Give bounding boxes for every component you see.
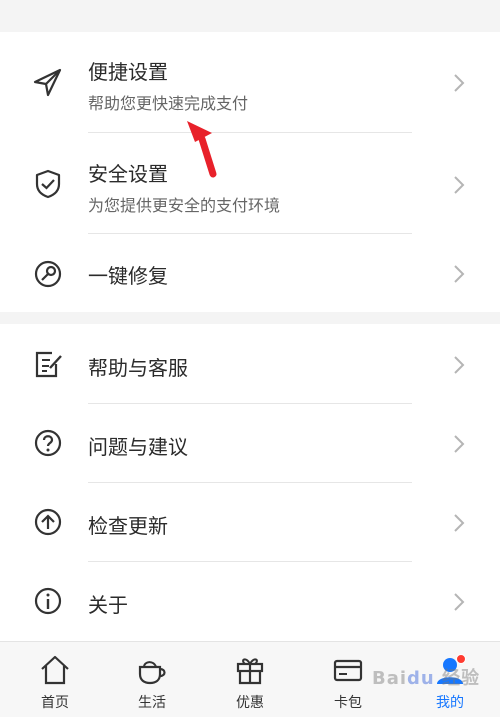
home-icon [37, 652, 73, 688]
row-title: 一键修复 [88, 264, 168, 288]
tab-life[interactable]: 生活 [102, 642, 202, 717]
chevron-right-icon [452, 591, 466, 613]
tab-offers[interactable]: 优惠 [200, 642, 300, 717]
tab-label: 生活 [138, 695, 166, 711]
support-group: 帮助与客服 问题与建议 检查更新 关于 [0, 324, 500, 641]
edit-doc-icon [30, 346, 66, 382]
info-icon [30, 583, 66, 619]
question-icon [30, 425, 66, 461]
settings-group: 便捷设置 帮助您更快速完成支付 安全设置 为您提供更安全的支付环境 一键修复 [0, 32, 500, 312]
chevron-right-icon [452, 512, 466, 534]
row-quick-settings[interactable]: 便捷设置 帮助您更快速完成支付 [0, 32, 500, 133]
gift-icon [232, 652, 268, 688]
cup-icon [134, 652, 170, 688]
bottom-tab-bar: 首页 生活 优惠 卡包 我的 Baidu 经验 [0, 641, 500, 717]
arrow-up-circle-icon [30, 504, 66, 540]
notification-badge [456, 654, 466, 664]
row-title: 问题与建议 [88, 435, 188, 459]
tab-home[interactable]: 首页 [5, 642, 105, 717]
row-title: 便捷设置 [88, 60, 168, 84]
chevron-right-icon [452, 354, 466, 376]
tab-label: 卡包 [334, 695, 362, 711]
shield-check-icon [30, 166, 66, 202]
row-help-service[interactable]: 帮助与客服 [0, 324, 500, 404]
row-title: 检查更新 [88, 514, 168, 538]
tab-label: 我的 [436, 695, 464, 711]
chevron-right-icon [452, 72, 466, 94]
row-title: 安全设置 [88, 162, 168, 186]
repair-icon [30, 256, 66, 292]
row-title: 帮助与客服 [88, 356, 188, 380]
row-title: 关于 [88, 593, 128, 617]
row-one-click-repair[interactable]: 一键修复 [0, 234, 500, 312]
row-feedback[interactable]: 问题与建议 [0, 404, 500, 483]
chevron-right-icon [452, 433, 466, 455]
chevron-right-icon [452, 263, 466, 285]
row-subtitle: 帮助您更快速完成支付 [88, 94, 249, 113]
chevron-right-icon [452, 174, 466, 196]
tab-label: 优惠 [236, 695, 264, 711]
row-about[interactable]: 关于 [0, 562, 500, 641]
tab-label: 首页 [41, 695, 69, 711]
row-security-settings[interactable]: 安全设置 为您提供更安全的支付环境 [0, 133, 500, 234]
send-icon [30, 64, 66, 100]
card-icon [330, 652, 366, 688]
watermark-logo: Baidu 经验 [372, 668, 481, 689]
row-check-update[interactable]: 检查更新 [0, 483, 500, 562]
row-subtitle: 为您提供更安全的支付环境 [88, 196, 281, 215]
top-gap [0, 0, 500, 32]
